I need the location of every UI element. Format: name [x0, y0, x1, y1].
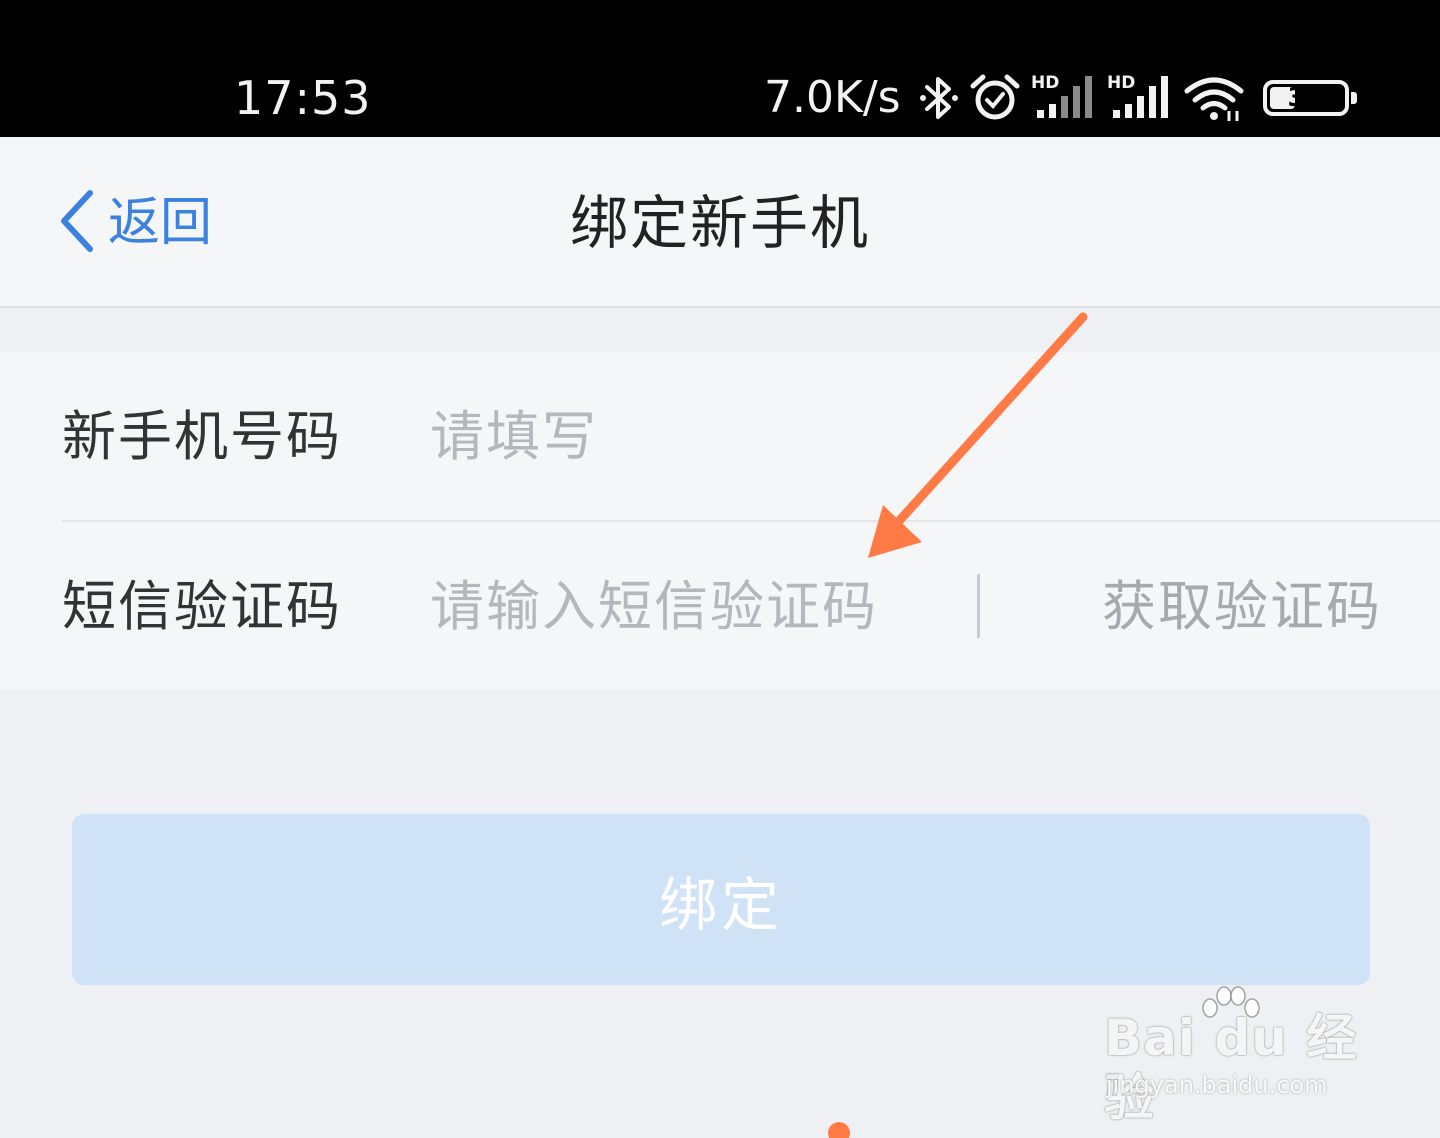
phone-row: 新手机号码: [0, 352, 1440, 520]
annotation-dot: [828, 1122, 850, 1138]
svg-text:HD: HD: [1107, 73, 1135, 93]
alarm-icon: [969, 72, 1021, 124]
battery-percent: 35: [1287, 83, 1324, 113]
watermark-url: jingyan.baidu.com: [1106, 1071, 1328, 1099]
battery-icon: 35: [1262, 80, 1357, 116]
nav-bar: 返回 绑定新手机: [0, 137, 1440, 308]
page-title: 绑定新手机: [569, 189, 870, 257]
wifi-icon: [1183, 73, 1245, 123]
code-label: 短信验证码: [62, 575, 342, 638]
status-bar: 17:53 7.0K/s HD HD 35: [0, 0, 1440, 137]
screen: 17:53 7.0K/s HD HD 35 返回 绑定新手机 新手机号码 请填写…: [0, 0, 1440, 1138]
get-code-button[interactable]: 获取验证码: [1102, 574, 1382, 640]
phone-label: 新手机号码: [62, 405, 342, 468]
network-speed: 7.0K/s: [764, 72, 901, 123]
status-time: 17:53: [234, 71, 372, 125]
bind-button[interactable]: 绑定: [72, 814, 1370, 985]
code-divider: [977, 574, 980, 638]
hd-signal-icon: HD: [1031, 72, 1097, 124]
bluetooth-icon: [919, 73, 959, 123]
hd-signal-icon: HD: [1107, 72, 1173, 124]
code-row: 短信验证码 获取验证码: [0, 522, 1440, 690]
phone-input[interactable]: [430, 396, 1390, 476]
watermark: Bai du 经验 jingyan.baidu.com: [1104, 986, 1374, 1127]
bind-phone-form: 新手机号码 短信验证码 获取验证码: [0, 352, 1440, 690]
svg-text:HD: HD: [1031, 73, 1059, 93]
watermark-logo: Bai du 经验: [1104, 1009, 1358, 1127]
sms-code-input[interactable]: [430, 566, 950, 646]
status-indicators: 7.0K/s HD HD 35: [764, 66, 1357, 130]
